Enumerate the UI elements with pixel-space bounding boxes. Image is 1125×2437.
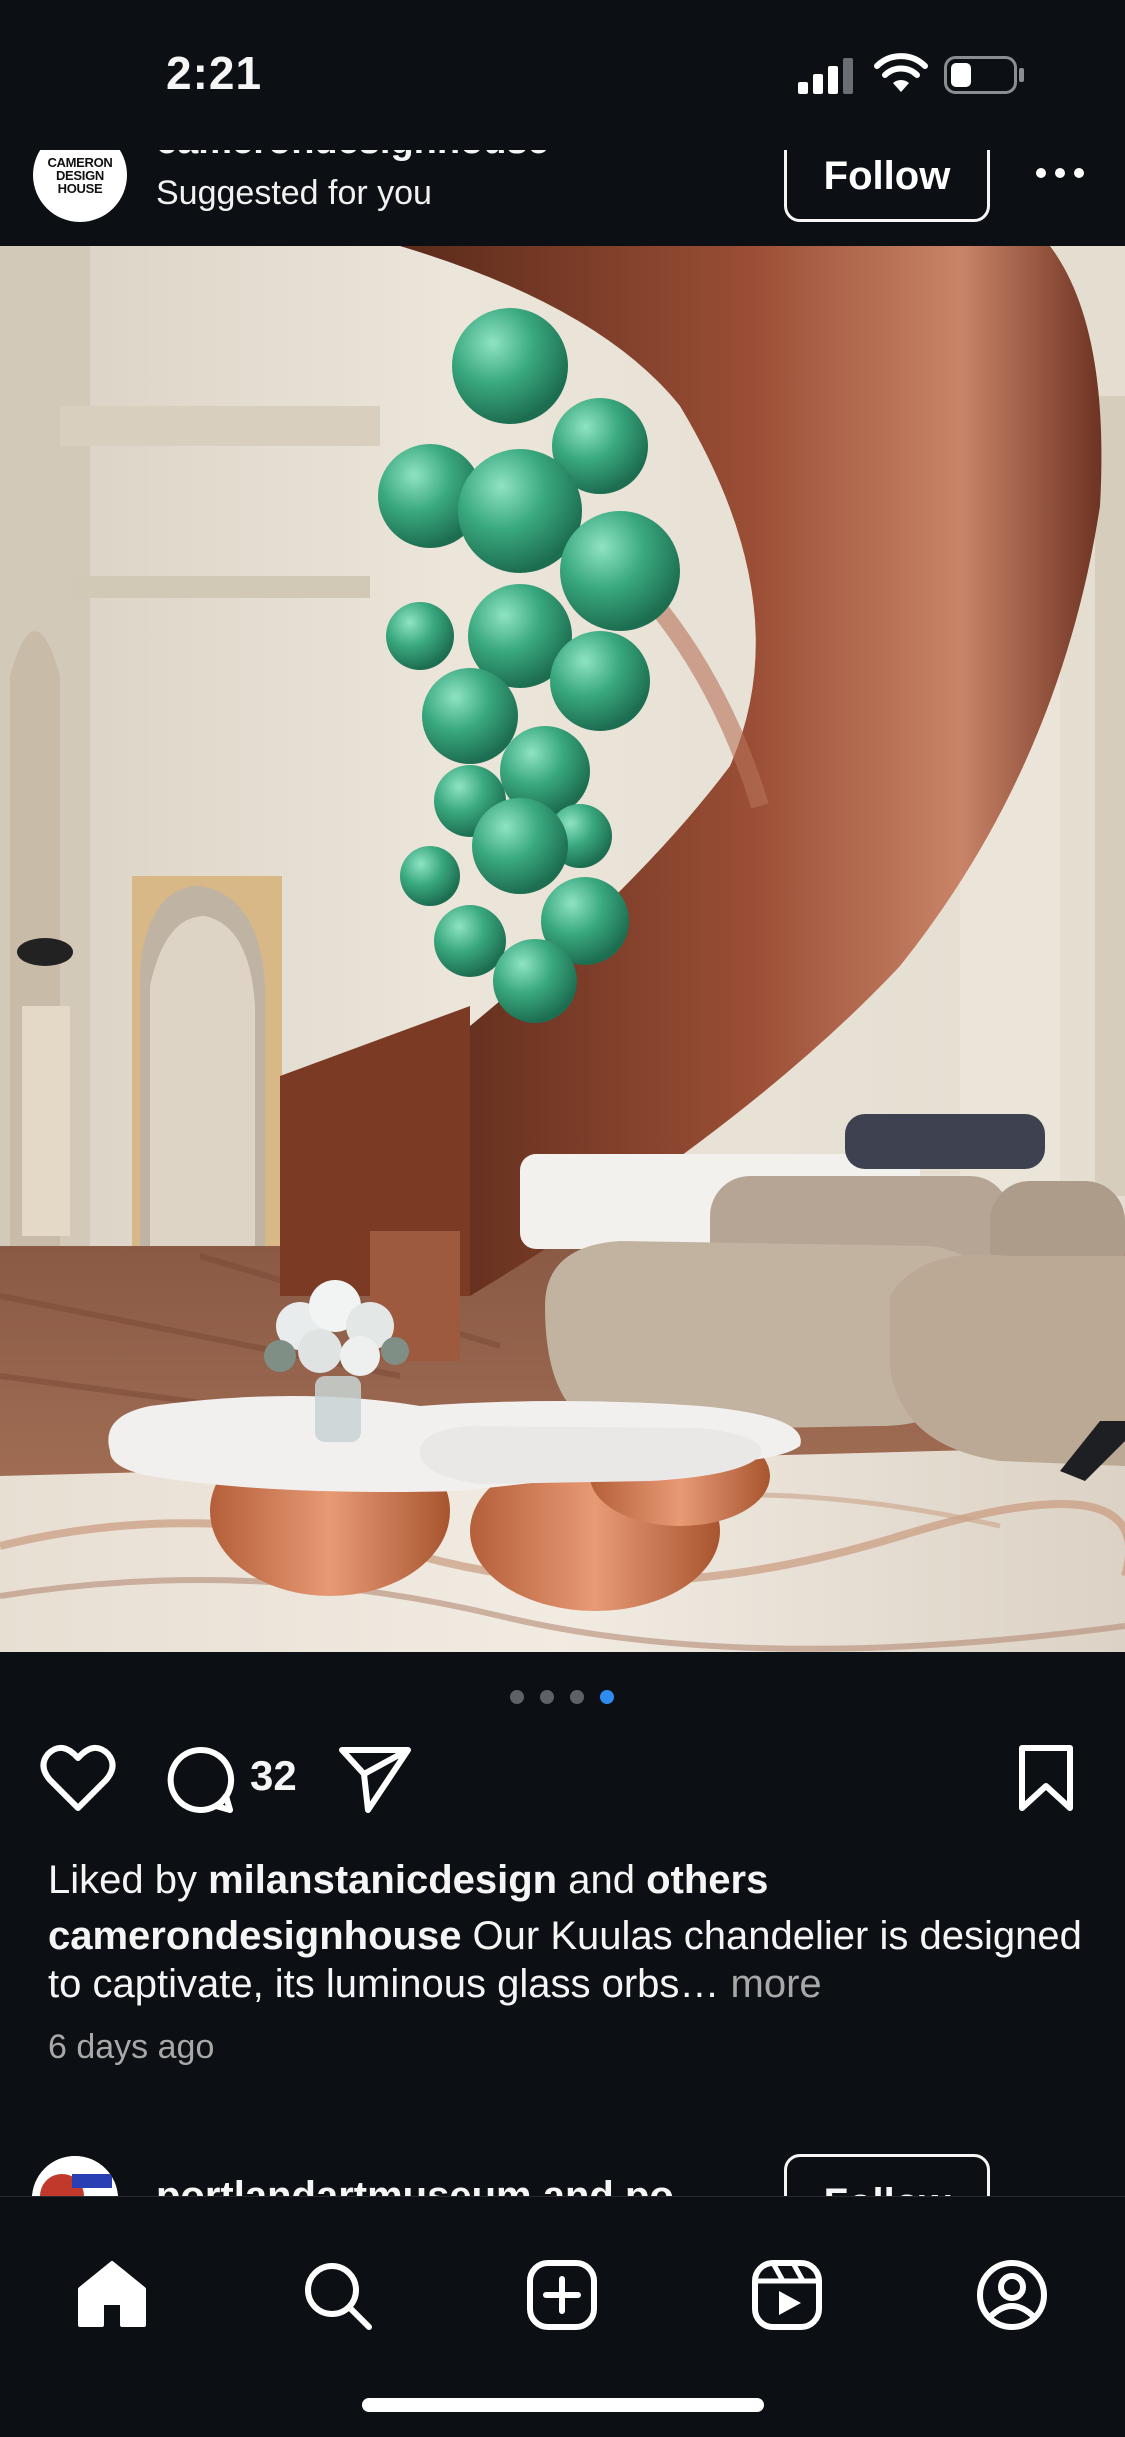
carousel-dot-4-active [600,1690,614,1704]
post-timestamp: 6 days ago [48,2028,215,2066]
battery-icon [944,56,1024,94]
liked-prefix: Liked by [48,1858,209,1902]
caption-username[interactable]: camerondesignhouse [48,1914,461,1958]
next-post-avatar[interactable] [32,2156,118,2196]
signal-icon [798,58,853,94]
post-header: CAMERON DESIGN HOUSE camerondesignhouse … [0,150,1125,246]
avatar-text-line-3: HOUSE [57,180,103,196]
bookmark-icon[interactable] [1016,1744,1076,1814]
search-icon[interactable] [301,2259,373,2331]
status-time: 2:21 [166,47,263,99]
caption-more-link[interactable]: more [719,1962,822,2006]
more-options-icon[interactable] [1034,166,1086,180]
avatar[interactable]: CAMERON DESIGN HOUSE [33,150,127,222]
liked-by-line: Liked by milanstanicdesign and others [48,1858,768,1903]
comment-icon[interactable] [164,1744,236,1816]
profile-icon[interactable] [976,2259,1048,2331]
post-photo[interactable] [0,246,1125,1652]
heart-icon[interactable] [40,1744,116,1814]
carousel-dot-1 [510,1690,524,1704]
next-post-follow-button[interactable]: Follow [784,2154,990,2196]
next-post-username[interactable]: portlandartmuseum and po [156,2174,674,2196]
suggested-label: Suggested for you [156,174,432,212]
liked-user-link[interactable]: milanstanicdesign [208,1858,557,1902]
interior-photo-image [0,246,1125,1652]
next-post-header: portlandartmuseum and po Follow [0,2140,1125,2196]
carousel-dot-3 [570,1690,584,1704]
home-indicator[interactable] [362,2398,764,2412]
post-caption: camerondesignhouse Our Kuulas chandelier… [48,1912,1088,2008]
carousel-dot-2 [540,1690,554,1704]
reels-icon[interactable] [751,2259,823,2331]
liked-and: and [557,1858,647,1902]
follow-button[interactable]: Follow [784,150,990,222]
status-bar: 2:21 [0,0,1125,150]
avatar-text-line-1: CAMERON [47,154,113,170]
send-icon[interactable] [338,1744,412,1814]
home-icon[interactable] [76,2259,148,2331]
comment-count[interactable]: 32 [250,1752,297,1800]
add-icon[interactable] [526,2259,598,2331]
liked-others-link[interactable]: others [646,1858,768,1902]
avatar-text-line-2: DESIGN [55,167,105,183]
post-username[interactable]: camerondesignhouse [156,150,549,163]
wifi-icon [874,53,928,92]
